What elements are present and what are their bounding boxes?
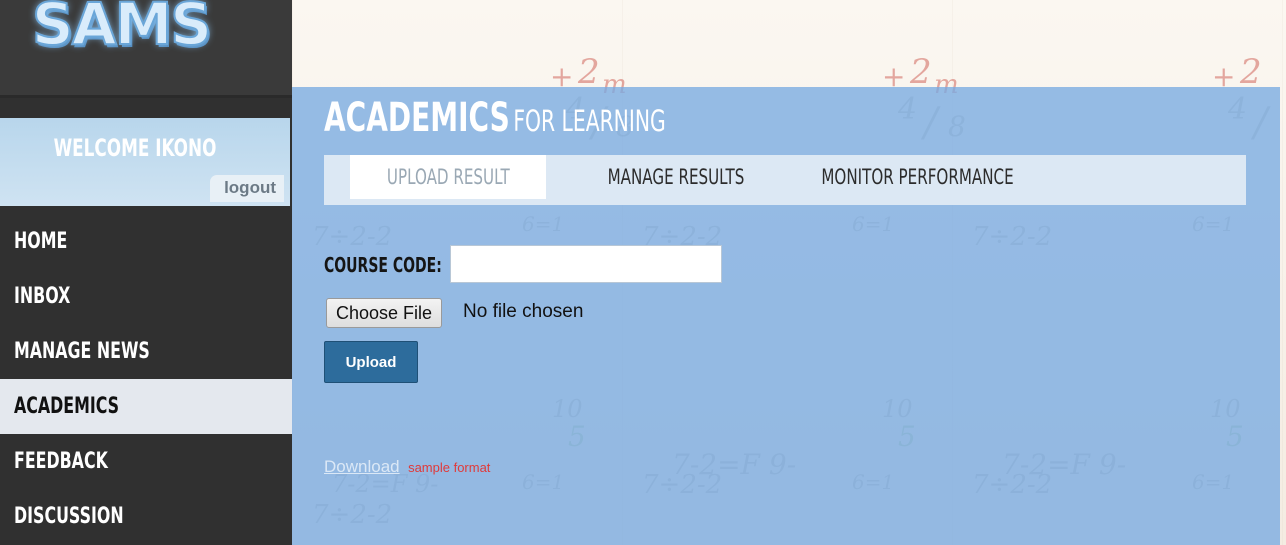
download-line: Download sample format [324,457,490,477]
user-box: WELCOME IKONO logout [0,118,290,206]
nav-item-feedback[interactable]: FEEDBACK [0,434,292,489]
math-scribble: 2 [910,52,932,92]
page-title-main: ACADEMICS [324,95,510,141]
nav-item-inbox[interactable]: INBOX [0,269,292,324]
logout-button[interactable]: logout [210,175,284,202]
sidebar: SAMS WELCOME IKONO logout HOME INBOX MAN… [0,0,292,545]
nav-item-label: ACADEMICS [14,394,120,419]
nav-item-discussion[interactable]: DISCUSSION [0,489,292,544]
sidebar-nav: HOME INBOX MANAGE NEWS ACADEMICS FEEDBAC… [0,214,292,544]
nav-item-label: MANAGE NEWS [14,339,150,364]
course-code-input[interactable] [450,245,722,283]
welcome-text: WELCOME IKONO [53,134,217,162]
tab-label: MONITOR PERFORMANCE [821,165,1014,189]
tab-upload-result[interactable]: UPLOAD RESULT [350,155,546,199]
main-panel: ACADEMICS FOR LEARNING UPLOAD RESULT MAN… [292,87,1280,545]
nav-item-label: DISCUSSION [14,504,124,529]
download-link[interactable]: Download [324,457,400,476]
choose-file-button[interactable]: Choose File [326,298,443,328]
course-code-label: COURSE CODE: [324,253,442,277]
nav-item-academics[interactable]: ACADEMICS [0,379,292,434]
tab-label: UPLOAD RESULT [386,165,510,189]
tab-label: MANAGE RESULTS [607,165,745,189]
file-status: No file chosen [463,301,584,322]
logo-area: SAMS [0,0,292,98]
math-scribble: 2 [578,52,600,92]
logo[interactable]: SAMS [31,0,213,59]
nav-item-manage-news[interactable]: MANAGE NEWS [0,324,292,379]
sample-format-note: sample format [408,460,491,475]
upload-button[interactable]: Upload [324,341,418,383]
nav-item-label: HOME [14,229,68,254]
page-title: ACADEMICS FOR LEARNING [324,95,666,141]
tab-bar: UPLOAD RESULT MANAGE RESULTS MONITOR PER… [324,155,1246,205]
tab-monitor-performance[interactable]: MONITOR PERFORMANCE [784,155,1034,199]
math-scribble: 2 [1240,52,1262,92]
page-title-sub: FOR LEARNING [513,104,666,138]
tab-manage-results[interactable]: MANAGE RESULTS [576,155,776,199]
nav-item-home[interactable]: HOME [0,214,292,269]
nav-item-label: FEEDBACK [14,449,108,474]
nav-item-label: INBOX [14,284,71,309]
